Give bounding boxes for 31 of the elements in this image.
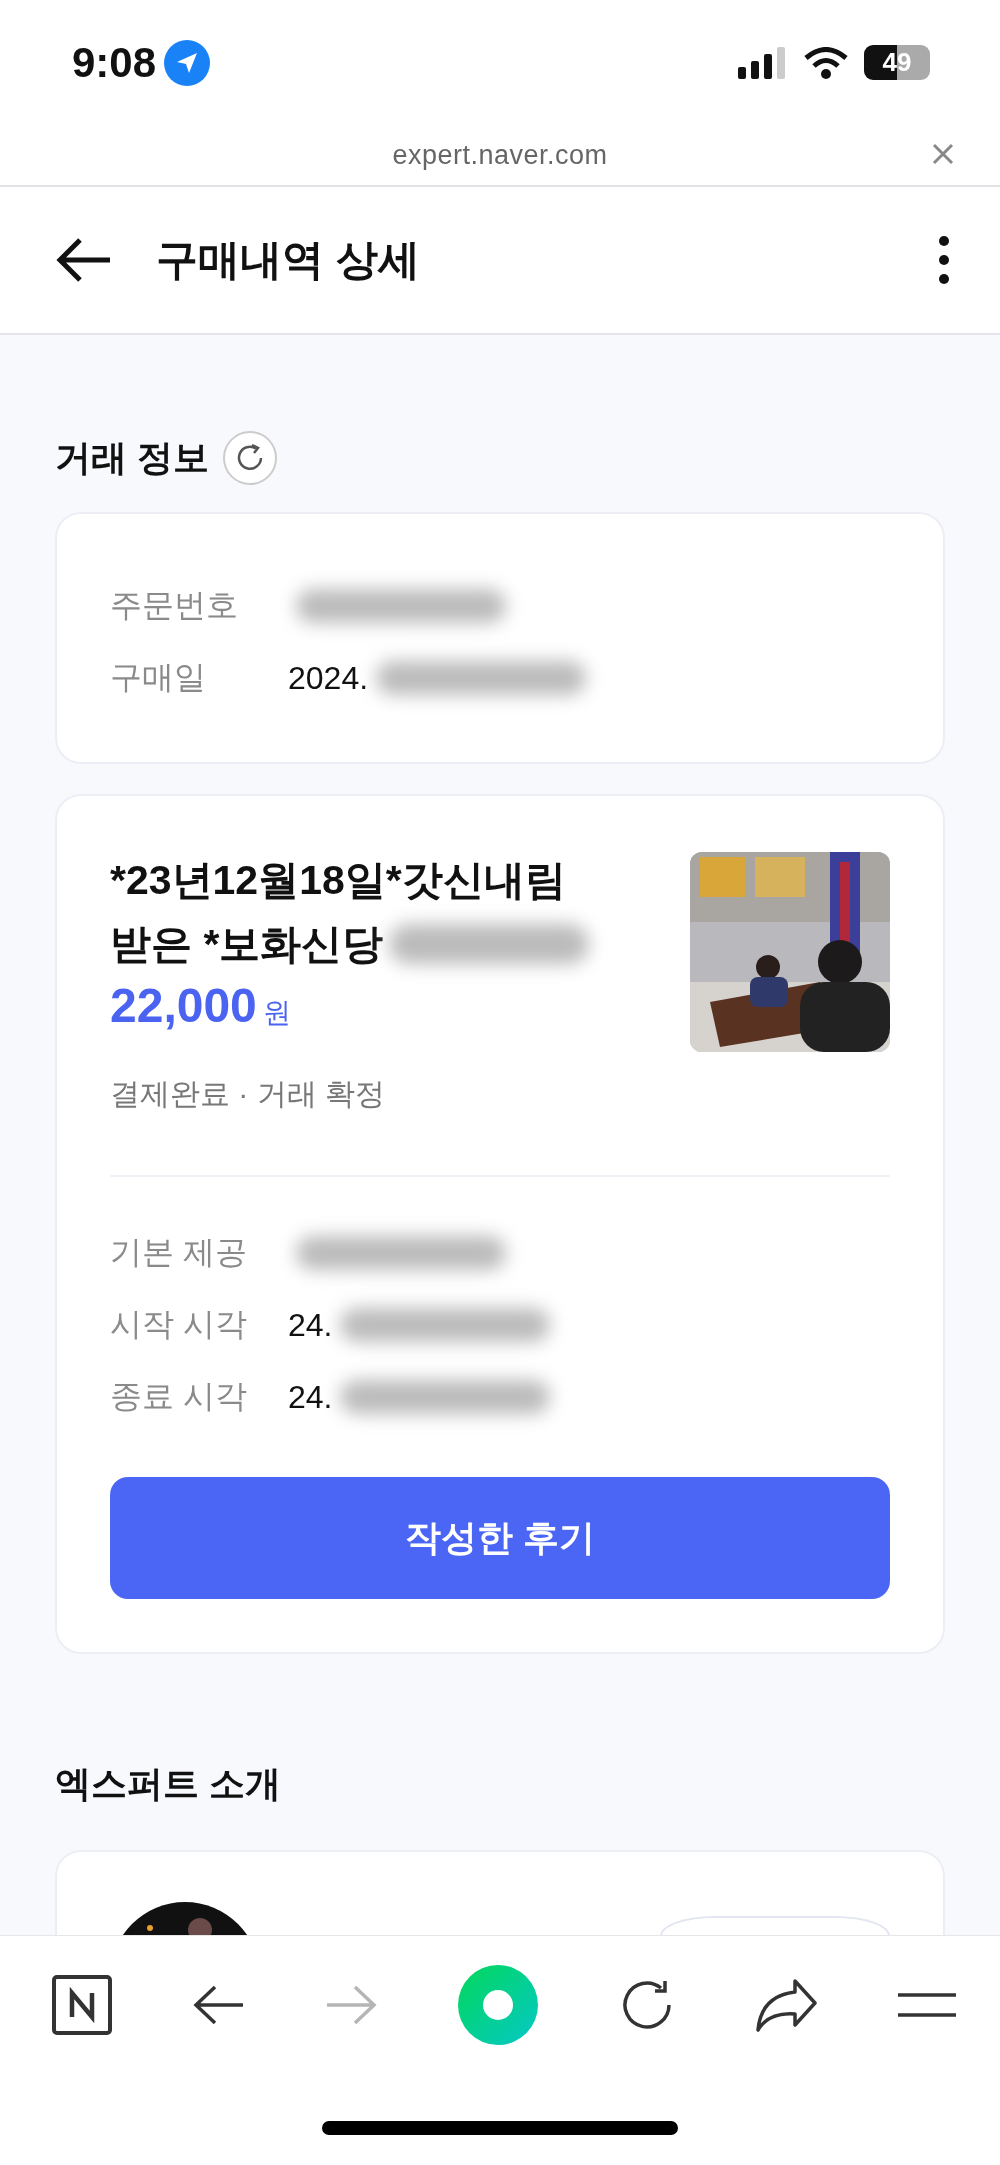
section-title: 엑스퍼트 소개 bbox=[55, 1761, 281, 1806]
product-title: *23년12월18일*갓신내림 bbox=[110, 855, 566, 905]
more-icon[interactable] bbox=[938, 235, 950, 285]
field-label: 주문번호 bbox=[110, 586, 239, 625]
close-icon[interactable] bbox=[932, 143, 954, 165]
url-text: expert.naver.com bbox=[392, 139, 608, 171]
price: 22,000 bbox=[110, 978, 257, 1033]
refresh-button[interactable] bbox=[223, 431, 277, 485]
review-button[interactable]: 작성한 후기 bbox=[110, 1477, 890, 1599]
back-arrow-icon[interactable] bbox=[56, 238, 112, 282]
order-status: 결제완료 · 거래 확정 bbox=[110, 1076, 386, 1112]
field-value: 24. bbox=[288, 1378, 333, 1416]
naver-n-icon[interactable] bbox=[52, 1975, 112, 2035]
signal-icon bbox=[738, 46, 788, 79]
back-icon[interactable] bbox=[192, 1985, 245, 2025]
page-title: 구매내역 상세 bbox=[156, 235, 421, 285]
status-time: 9:08 bbox=[72, 38, 157, 87]
location-icon bbox=[164, 39, 211, 86]
field-label: 기본 제공 bbox=[110, 1233, 248, 1272]
menu-icon[interactable] bbox=[897, 1992, 956, 2018]
battery-level: 49 bbox=[864, 45, 930, 80]
product-title: 받은 *보화신당 bbox=[110, 919, 384, 969]
share-icon[interactable] bbox=[755, 1978, 818, 2032]
currency: 원 bbox=[262, 996, 291, 1030]
field-label: 구매일 bbox=[110, 658, 207, 697]
field-label: 종료 시각 bbox=[110, 1377, 248, 1416]
field-label: 시작 시각 bbox=[110, 1305, 248, 1344]
section-title: 거래 정보 bbox=[55, 435, 209, 480]
wifi-icon bbox=[804, 46, 848, 79]
field-value: 24. bbox=[288, 1306, 333, 1344]
field-value: 2024. bbox=[288, 659, 369, 697]
